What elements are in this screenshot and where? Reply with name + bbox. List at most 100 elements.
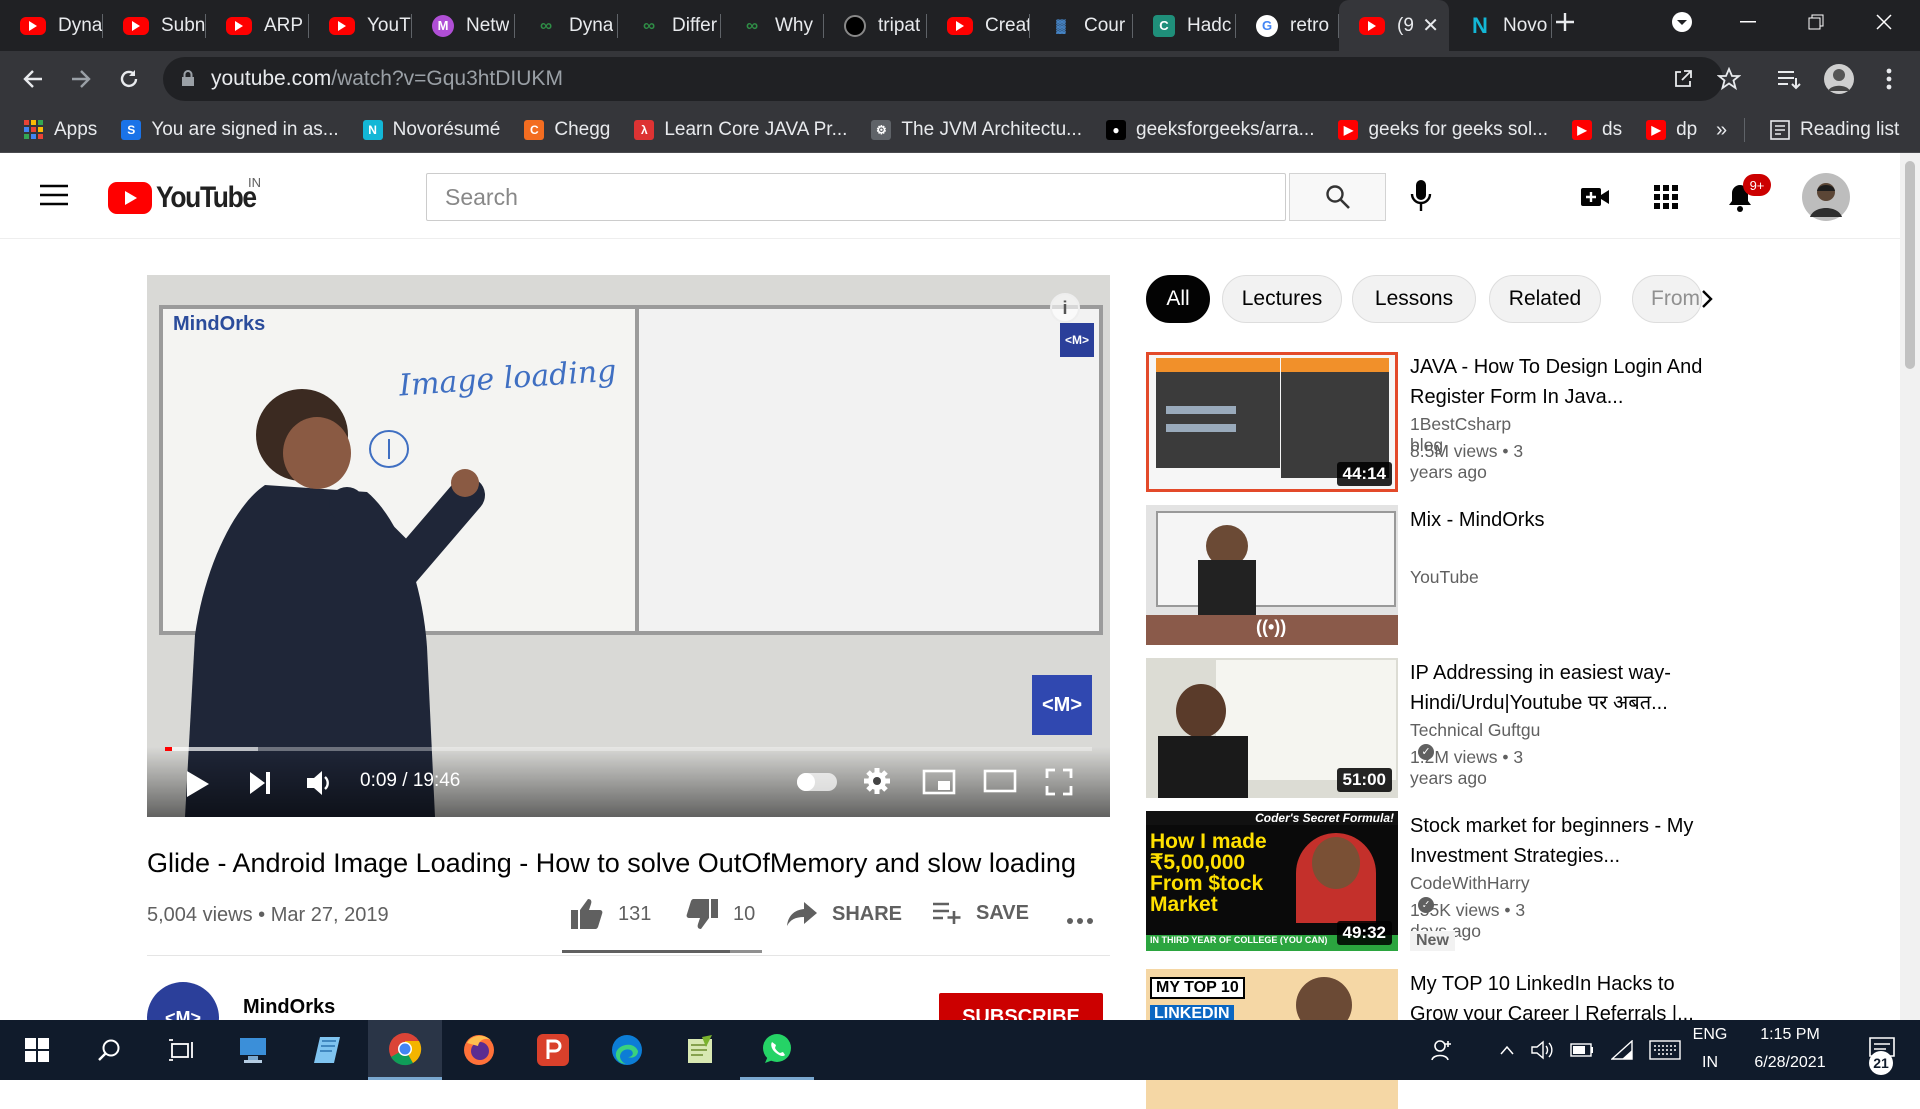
volume-icon[interactable] [305, 769, 335, 802]
browser-tab[interactable]: YouT [309, 0, 412, 51]
browser-tab[interactable]: M Netw [412, 0, 515, 51]
volume-tray-icon[interactable] [1522, 1020, 1562, 1080]
video-thumbnail[interactable]: 44:14 [1146, 352, 1398, 492]
mindorks-watermark-logo[interactable]: <M> [1032, 675, 1092, 735]
browser-tab[interactable]: ∞ Why [721, 0, 824, 51]
notepadpp-icon[interactable] [664, 1020, 738, 1080]
chip-all[interactable]: All [1146, 275, 1210, 323]
theater-mode-icon[interactable] [983, 769, 1017, 798]
browser-tab[interactable]: C Hadc [1133, 0, 1236, 51]
related-video-channel[interactable]: YouTube [1410, 567, 1479, 588]
bookmark-item[interactable]: ▶ geeks for geeks sol... [1338, 119, 1548, 141]
related-video-title[interactable]: IP Addressing in easiest way-Hindi/Urdu|… [1410, 658, 1710, 718]
profile-avatar[interactable] [1820, 60, 1858, 98]
related-video-title[interactable]: JAVA - How To Design Login And Register … [1410, 352, 1710, 412]
search-input[interactable]: Search [426, 173, 1286, 221]
wifi-icon[interactable] [1602, 1020, 1642, 1080]
related-video-item[interactable]: ((•)) Mix - MindOrks YouTube [1146, 505, 1546, 645]
bookmark-item[interactable]: ▶ ds [1572, 119, 1622, 141]
reading-list-button[interactable]: Reading list [1770, 107, 1899, 153]
create-video-icon[interactable] [1580, 186, 1610, 213]
progress-track[interactable] [165, 747, 1092, 751]
channel-name[interactable]: MindOrks [243, 996, 335, 1019]
dislike-button[interactable]: 10 [685, 898, 755, 930]
like-button[interactable]: 131 [570, 898, 651, 930]
share-button[interactable]: SHARE [786, 901, 902, 927]
account-avatar[interactable] [1802, 173, 1850, 226]
youtube-logo[interactable]: YouTube [108, 181, 269, 215]
reading-queue-icon[interactable] [1770, 60, 1808, 98]
browser-tab[interactable]: tripat [824, 0, 927, 51]
autoplay-toggle[interactable] [797, 773, 837, 791]
show-hidden-icons[interactable] [1494, 1020, 1520, 1080]
browser-tab[interactable]: N Novo [1449, 0, 1552, 51]
info-card-icon[interactable]: i [1050, 293, 1080, 323]
video-thumbnail[interactable]: How I made ₹5,00,000 From $tock Market IN… [1146, 811, 1398, 951]
new-tab-button[interactable] [1540, 0, 1590, 44]
video-player[interactable]: MindOrks Image loading i <M> <M> 0:09 / … [147, 275, 1110, 817]
firefox-icon[interactable] [442, 1020, 516, 1080]
related-video-item[interactable]: 44:14 JAVA - How To Design Login And Regi… [1146, 352, 1702, 492]
bookmark-item[interactable]: Apps [24, 119, 97, 141]
this-pc-icon[interactable] [216, 1020, 290, 1080]
open-in-app-icon[interactable] [1673, 69, 1693, 89]
more-bookmarks-button[interactable]: » [1716, 107, 1727, 153]
hamburger-menu-icon[interactable] [40, 184, 68, 211]
bookmark-item[interactable]: ● geeksforgeeks/arra... [1106, 119, 1314, 141]
chrome-taskbar-icon[interactable] [368, 1020, 442, 1080]
task-view-icon[interactable] [144, 1020, 218, 1080]
forward-button[interactable] [62, 60, 100, 98]
settings-gear-icon[interactable] [863, 767, 891, 800]
tab-search-icon[interactable] [1654, 0, 1710, 44]
bookmark-star-icon[interactable] [1710, 60, 1748, 98]
video-thumbnail[interactable]: ((•)) [1146, 505, 1398, 645]
menu-kebab-icon[interactable] [1870, 60, 1908, 98]
edge-icon[interactable] [590, 1020, 664, 1080]
scrollbar-thumb[interactable] [1905, 161, 1915, 369]
browser-tab[interactable]: Creat [927, 0, 1030, 51]
related-video-item[interactable]: How I made ₹5,00,000 From $tock Market IN… [1146, 811, 1693, 951]
browser-tab[interactable]: ARP | [206, 0, 309, 51]
save-button[interactable]: SAVE [932, 901, 1029, 925]
browser-tab[interactable]: Dyna [0, 0, 103, 51]
browser-tab[interactable]: ∞ Dyna [515, 0, 618, 51]
chip-lessons[interactable]: Lessons [1352, 275, 1476, 323]
bookmark-item[interactable]: ⚙ The JVM Architectu... [871, 119, 1082, 141]
chip-related[interactable]: Related [1489, 275, 1601, 323]
start-button[interactable] [0, 1020, 74, 1080]
page-scrollbar[interactable] [1900, 153, 1920, 1020]
people-icon[interactable] [1420, 1020, 1464, 1080]
whatsapp-icon[interactable] [740, 1020, 814, 1080]
chip-lectures[interactable]: Lectures [1222, 275, 1342, 323]
next-button[interactable] [249, 771, 271, 800]
search-button[interactable] [1289, 173, 1386, 221]
miniplayer-icon[interactable] [922, 769, 956, 800]
bookmark-item[interactable]: ▶ dp [1646, 119, 1697, 141]
reload-button[interactable] [110, 60, 148, 98]
language-indicator[interactable]: ENG [1690, 1026, 1730, 1044]
browser-tab[interactable]: Gretro [1236, 0, 1339, 51]
tab-active[interactable]: (9 ✕ [1339, 0, 1449, 51]
restore-button[interactable] [1788, 0, 1844, 44]
related-video-title[interactable]: Stock market for beginners - My Investme… [1410, 811, 1710, 871]
related-video-item[interactable]: 51:00 IP Addressing in easiest way-Hindi/… [1146, 658, 1671, 798]
video-thumbnail[interactable]: 51:00 [1146, 658, 1398, 798]
fullscreen-icon[interactable] [1045, 768, 1073, 801]
browser-tab[interactable]: ∞ Differ [618, 0, 721, 51]
minimize-button[interactable] [1720, 0, 1776, 44]
bookmark-item[interactable]: N Novorésumé [362, 119, 500, 141]
close-tab-icon[interactable]: ✕ [1422, 13, 1439, 38]
search-taskbar-icon[interactable] [72, 1020, 146, 1080]
address-bar[interactable]: youtube.com/watch?v=Gqu3htDIUKM [163, 57, 1723, 101]
chips-next-icon[interactable] [1700, 288, 1714, 315]
more-actions-icon[interactable] [1066, 912, 1094, 930]
play-button[interactable] [185, 769, 211, 804]
back-button[interactable] [14, 60, 52, 98]
voice-search-icon[interactable] [1410, 179, 1432, 218]
close-window-button[interactable] [1856, 0, 1912, 44]
bookmark-item[interactable]: S You are signed in as... [121, 119, 339, 141]
apps-grid-icon[interactable] [1654, 185, 1678, 214]
notepad-icon[interactable] [290, 1020, 364, 1080]
related-video-title[interactable]: Mix - MindOrks [1410, 505, 1710, 535]
bookmark-item[interactable]: C Chegg [524, 119, 610, 141]
